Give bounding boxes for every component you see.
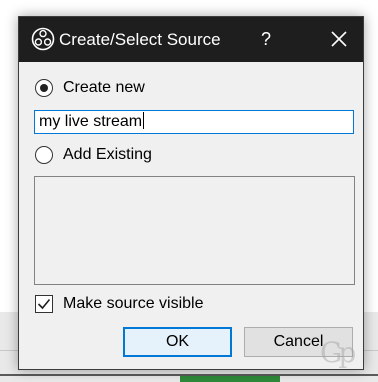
add-existing-label: Add Existing xyxy=(63,146,152,163)
close-button[interactable] xyxy=(317,17,363,62)
title-bar[interactable]: Create/Select Source ? xyxy=(19,17,363,62)
create-new-radio[interactable] xyxy=(35,79,53,97)
help-button[interactable]: ? xyxy=(249,17,283,62)
create-select-source-dialog: Create/Select Source ? Create new my liv… xyxy=(18,16,364,370)
obs-logo-icon xyxy=(31,27,55,51)
create-new-label: Create new xyxy=(63,79,145,96)
add-existing-option[interactable]: Add Existing xyxy=(35,146,152,164)
ok-button[interactable]: OK xyxy=(123,327,232,357)
watermark-logo: Gp xyxy=(320,336,356,369)
make-visible-option[interactable]: Make source visible xyxy=(35,295,204,313)
screen: Create/Select Source ? Create new my liv… xyxy=(0,0,378,382)
text-caret xyxy=(143,112,145,129)
make-visible-checkbox[interactable] xyxy=(35,295,53,313)
background-green-bar xyxy=(180,376,280,382)
close-icon xyxy=(331,31,347,47)
dialog-title: Create/Select Source xyxy=(59,30,221,49)
make-visible-label: Make source visible xyxy=(63,295,204,312)
checkmark-icon xyxy=(37,298,51,310)
existing-sources-list[interactable] xyxy=(34,176,355,285)
add-existing-radio[interactable] xyxy=(35,146,53,164)
source-name-value: my live stream xyxy=(39,113,143,130)
create-new-option[interactable]: Create new xyxy=(35,79,145,97)
source-name-input[interactable]: my live stream xyxy=(34,110,354,134)
